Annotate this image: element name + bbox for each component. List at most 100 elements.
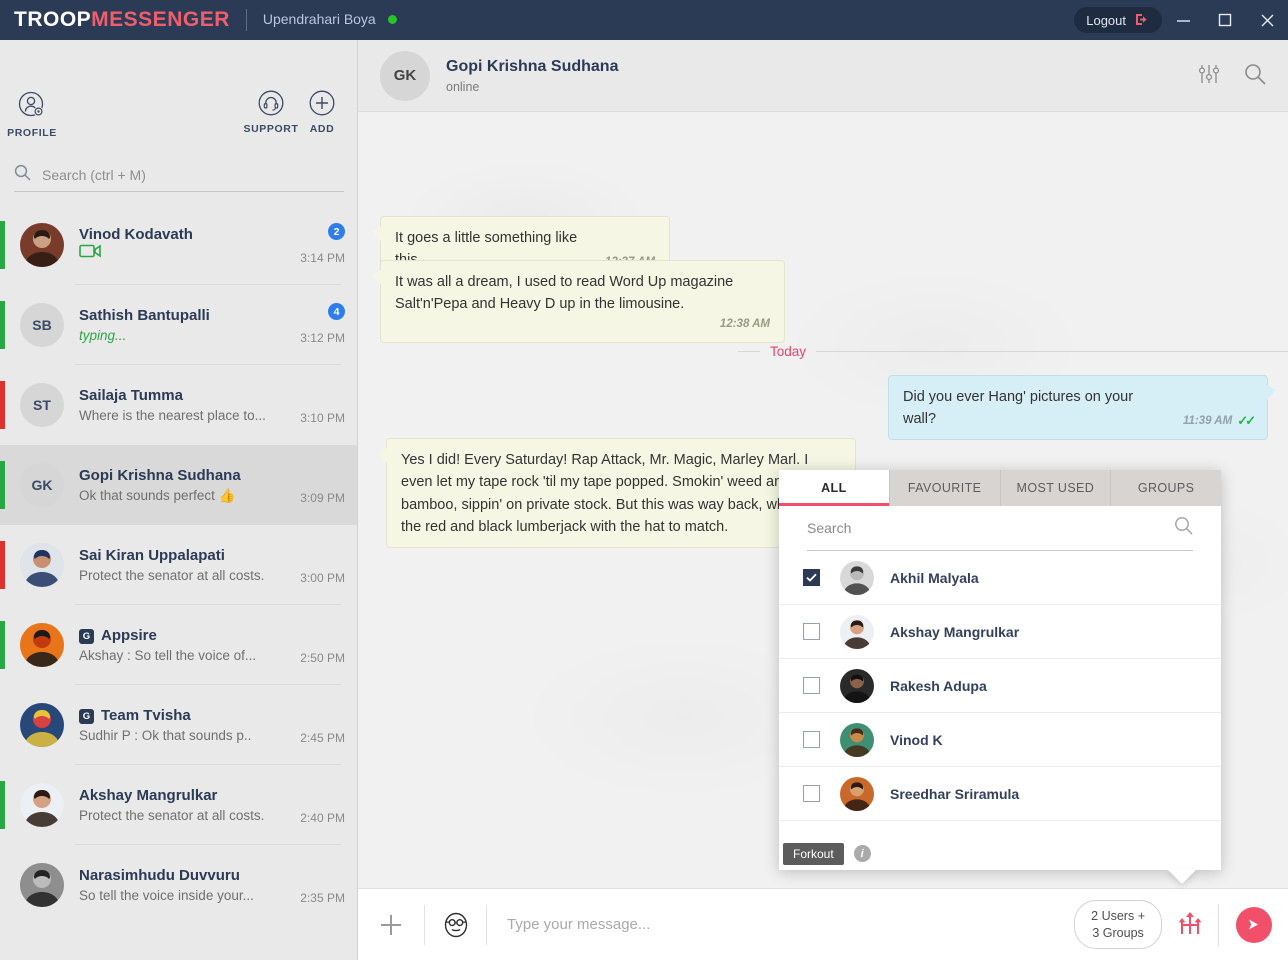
chat-name: Sailaja Tumma — [79, 387, 281, 404]
message-time: 11:39 AM — [1183, 413, 1232, 431]
add-label: ADD — [290, 123, 354, 135]
chat-time: 2:35 PM — [300, 891, 345, 905]
user-avatar — [840, 561, 874, 595]
chat-list-item[interactable]: SB Sathish Bantupallityping...43:12 PM — [0, 285, 357, 365]
chat-preview: Where is the nearest place to... — [79, 408, 281, 423]
logout-button[interactable]: Logout — [1074, 7, 1162, 33]
logo-messenger: MESSENGER — [91, 8, 230, 31]
forkout-button[interactable] — [1162, 910, 1218, 940]
window-controls-group: Logout — [1074, 0, 1288, 40]
chat-list-item[interactable]: Vinod Kodavath23:14 PM — [0, 205, 357, 285]
minimize-button[interactable] — [1162, 0, 1204, 40]
logout-icon — [1135, 13, 1150, 28]
recipients-pill[interactable]: 2 Users + 3 Groups — [1074, 900, 1162, 950]
forkout-tab-all[interactable]: ALL — [779, 470, 890, 506]
chat-name: GTeam Tvisha — [79, 707, 281, 724]
forkout-user-row[interactable]: Rakesh Adupa — [779, 659, 1221, 713]
chat-list[interactable]: Vinod Kodavath23:14 PM SB Sathish Bantupal… — [0, 205, 357, 960]
day-divider-label: Today — [760, 344, 816, 359]
profile-button[interactable]: PROFILE — [0, 90, 64, 139]
chat-meta: 3:09 PM — [291, 463, 357, 507]
sidebar-toolbar: PROFILE SUPPORT — [0, 40, 357, 110]
forkout-user-row[interactable]: Akhil Malyala — [779, 551, 1221, 605]
forkout-search-input[interactable]: Search — [807, 520, 851, 536]
chat-time: 2:45 PM — [300, 731, 345, 745]
chat-list-item[interactable]: GKGopi Krishna SudhanaOk that sounds per… — [0, 445, 357, 525]
chat-name: Gopi Krishna Sudhana — [79, 467, 281, 484]
forkout-tab-favourite[interactable]: FAVOURITE — [890, 470, 1001, 506]
bubble-tail — [1267, 385, 1276, 400]
user-checkbox[interactable] — [803, 785, 820, 802]
user-checkbox[interactable] — [803, 569, 820, 586]
maximize-button[interactable] — [1204, 0, 1246, 40]
bubble-tail — [372, 270, 381, 285]
chat-list-item[interactable]: GTeam TvishaSudhir P : Ok that sounds p.… — [0, 685, 357, 765]
chat-list-item[interactable]: Narasimhudu Duvvuru So tell the voice ins… — [0, 845, 357, 925]
attachment-add-button[interactable] — [358, 912, 424, 938]
user-avatar — [840, 723, 874, 757]
conversation-title-block: Gopi Krishna Sudhana online — [446, 58, 618, 94]
forkout-tabs[interactable]: ALLFAVOURITEMOST USEDGROUPS — [779, 470, 1221, 506]
chat-list-item[interactable]: Akshay MangrulkarProtect the senator at … — [0, 765, 357, 845]
forkout-search-icon[interactable] — [1174, 516, 1193, 540]
avatar: SB — [20, 303, 64, 347]
search-input[interactable]: Search (ctrl + M) — [42, 167, 146, 183]
chat-meta: 2:50 PM — [291, 623, 357, 667]
chat-meta: 2:45 PM — [291, 703, 357, 747]
chat-preview: Protect the senator at all costs. — [79, 568, 281, 583]
unread-color-bar — [0, 381, 5, 429]
message-text: Yes I did! Every Saturday! Rap Attack, M… — [401, 449, 841, 539]
online-status-dot — [388, 15, 397, 24]
avatar: GK — [20, 463, 64, 507]
send-button[interactable] — [1236, 907, 1272, 943]
chat-list-item[interactable]: STSailaja TummaWhere is the nearest plac… — [0, 365, 357, 445]
chat-time: 2:50 PM — [300, 651, 345, 665]
chat-time: 3:09 PM — [300, 491, 345, 505]
forkout-tab-most-used[interactable]: MOST USED — [1001, 470, 1112, 506]
forkout-user-list[interactable]: Akhil MalyalaAkshay Mangrulkar Rakesh Adu… — [779, 551, 1221, 837]
emoji-button[interactable] — [424, 905, 486, 945]
chat-list-item[interactable]: Sai Kiran UppalapatiProtect the senator … — [0, 525, 357, 605]
chat-name: Narasimhudu Duvvuru — [79, 867, 281, 884]
send-button-wrap — [1218, 904, 1288, 946]
avatar — [20, 623, 64, 667]
filter-sliders-icon[interactable] — [1198, 64, 1220, 89]
message-input[interactable]: Type your message... — [486, 905, 1074, 945]
conversation-status: online — [446, 80, 618, 94]
user-name: Rakesh Adupa — [890, 678, 987, 694]
plus-circle-icon — [290, 90, 354, 121]
recipients-line-1: 2 Users + — [1091, 908, 1145, 925]
add-button[interactable]: ADD — [290, 90, 354, 135]
user-checkbox[interactable] — [803, 677, 820, 694]
message-time: 12:38 AM — [720, 318, 770, 330]
video-message-icon — [79, 243, 103, 264]
chat-list-item[interactable]: GAppsireAkshay : So tell the voice of...… — [0, 605, 357, 685]
chat-text-block: Sathish Bantupallityping... — [79, 307, 291, 343]
chat-meta: 2:35 PM — [291, 863, 357, 907]
forkout-user-row[interactable]: Sreedhar Sriramula — [779, 767, 1221, 821]
user-checkbox[interactable] — [803, 623, 820, 640]
bubble-tail — [372, 226, 381, 241]
message-out-1: Did you ever Hang' pictures on your wall… — [888, 375, 1268, 440]
forkout-tab-groups[interactable]: GROUPS — [1111, 470, 1221, 506]
info-icon[interactable]: i — [854, 845, 871, 862]
conversation-name: Gopi Krishna Sudhana — [446, 58, 618, 76]
unread-badge: 2 — [328, 223, 345, 240]
unread-color-bar — [0, 781, 5, 829]
user-checkbox[interactable] — [803, 731, 820, 748]
close-button[interactable] — [1246, 0, 1288, 40]
avatar — [20, 783, 64, 827]
sidebar-search[interactable]: Search (ctrl + M) — [14, 158, 344, 192]
chat-text-block: Akshay MangrulkarProtect the senator at … — [79, 787, 291, 823]
chat-time: 3:00 PM — [300, 571, 345, 585]
chat-preview: So tell the voice inside your... — [79, 888, 281, 903]
chat-preview: Protect the senator at all costs. — [79, 808, 281, 823]
forkout-user-row[interactable]: Akshay Mangrulkar — [779, 605, 1221, 659]
avatar — [20, 863, 64, 907]
conversation-search-icon[interactable] — [1244, 63, 1266, 90]
forkout-user-row[interactable]: Vinod K — [779, 713, 1221, 767]
forkout-search[interactable]: Search — [807, 506, 1193, 551]
unread-color-bar — [0, 621, 5, 669]
search-icon — [14, 164, 31, 186]
chat-meta: 43:12 PM — [291, 303, 357, 347]
